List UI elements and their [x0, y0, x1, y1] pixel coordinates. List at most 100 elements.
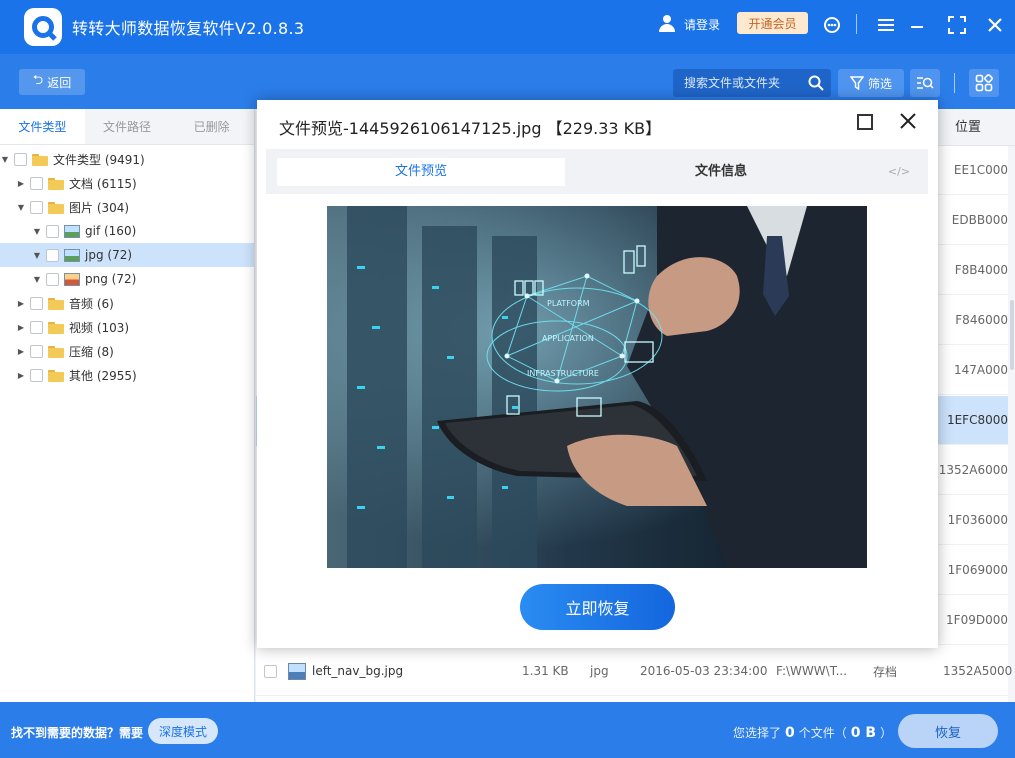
list-scrollbar[interactable] — [1008, 146, 1015, 702]
tree-item-label: 视频 (103) — [69, 320, 130, 335]
svg-text:PLATFORM: PLATFORM — [547, 299, 590, 308]
folder-icon — [32, 153, 48, 166]
advanced-search-button[interactable] — [910, 69, 940, 97]
tree-checkbox[interactable] — [30, 320, 43, 334]
tree-item-label: 图片 (304) — [69, 200, 130, 215]
customer-service-icon[interactable] — [821, 14, 843, 36]
minimize-icon[interactable] — [906, 14, 928, 36]
position-cell: 147A000 — [938, 346, 1008, 395]
selection-size: 0 B — [850, 724, 877, 741]
filter-button[interactable]: 筛选 — [838, 69, 904, 97]
login-button[interactable]: 请登录 — [657, 14, 720, 34]
menu-icon[interactable] — [875, 14, 897, 36]
table-row[interactable]: left_nav_bg.jpg 1.31 KB jpg 2016-05-03 2… — [256, 647, 1012, 696]
close-icon[interactable] — [984, 14, 1006, 36]
position-cell: EDBB000 — [938, 196, 1008, 245]
row-checkbox[interactable] — [264, 665, 277, 678]
selection-suffix: ） — [880, 726, 893, 740]
tree-item-label: 音频 (6) — [69, 296, 114, 311]
recover-button[interactable]: 恢复 — [898, 714, 998, 748]
tree-item-archive[interactable]: ▶ 压缩 (8) — [0, 339, 254, 363]
tree-item-label: 文件类型 (9491) — [53, 152, 145, 167]
image-file-icon — [64, 224, 80, 238]
tree-item-label: 其他 (2955) — [69, 368, 137, 383]
title-bar: 转转大师数据恢复软件V2.0.8.3 请登录 开通会员 — [0, 0, 1015, 54]
file-path: F:\WWW\T... — [776, 664, 848, 678]
file-size: 1.31 KB — [522, 664, 569, 678]
tree-item-documents[interactable]: ▶ 文档 (6115) — [0, 171, 254, 195]
position-cell: F846000 — [938, 296, 1008, 345]
selection-summary: 您选择了 0 个文件（ 0 B ） — [733, 724, 892, 741]
tree-item-jpg[interactable]: ▼ jpg (72) — [0, 243, 254, 267]
tree-checkbox[interactable] — [30, 296, 43, 310]
dialog-close-icon[interactable] — [897, 110, 919, 132]
search-box — [673, 69, 831, 97]
tree-item-png[interactable]: ▼ png (72) — [0, 267, 254, 291]
search-input[interactable] — [673, 76, 801, 90]
selection-mid: 个文件（ — [798, 726, 847, 740]
file-name: left_nav_bg.jpg — [312, 664, 404, 678]
tab-deleted[interactable]: 已删除 — [169, 109, 254, 144]
back-arrow-icon: ⮌ — [32, 73, 44, 88]
tree-checkbox[interactable] — [30, 176, 43, 190]
tree-item-audio[interactable]: ▶ 音频 (6) — [0, 291, 254, 315]
toolbar-divider — [954, 73, 955, 93]
tree-item-label: png (72) — [85, 272, 137, 286]
tree-checkbox[interactable] — [46, 224, 59, 238]
tab-code-view[interactable]: </> — [884, 158, 914, 186]
collapse-icon[interactable]: ▼ — [32, 226, 42, 236]
expand-icon[interactable]: ▶ — [16, 178, 26, 188]
tree-item-video[interactable]: ▶ 视频 (103) — [0, 315, 254, 339]
list-scroll-thumb[interactable] — [1010, 300, 1014, 370]
expand-icon[interactable]: ▶ — [16, 346, 26, 356]
selection-prefix: 您选择了 — [733, 726, 782, 740]
tree-item-other[interactable]: ▶ 其他 (2955) — [0, 363, 254, 387]
folder-icon — [48, 369, 64, 382]
tree-checkbox[interactable] — [46, 272, 59, 286]
folder-icon — [48, 321, 64, 334]
vip-button[interactable]: 开通会员 — [737, 12, 808, 34]
file-position: 1352A5000 — [943, 664, 1013, 678]
restore-now-button[interactable]: 立即恢复 — [520, 584, 675, 630]
view-toggle-button[interactable] — [969, 69, 999, 97]
tree-checkbox[interactable] — [46, 248, 59, 262]
grid-view-icon — [975, 74, 993, 92]
collapse-icon[interactable]: ▼ — [32, 274, 42, 284]
maximize-icon[interactable] — [946, 14, 968, 36]
tree-checkbox[interactable] — [30, 368, 43, 382]
tab-file-info[interactable]: 文件信息 — [566, 158, 876, 186]
column-header-position[interactable]: 位置 — [938, 109, 1015, 146]
image-file-icon — [64, 248, 80, 262]
expand-icon[interactable]: ▶ — [16, 370, 26, 380]
back-label: 返回 — [47, 75, 72, 90]
tree-checkbox[interactable] — [30, 200, 43, 214]
filter-label: 筛选 — [867, 76, 892, 91]
expand-icon[interactable]: ▶ — [16, 322, 26, 332]
tab-file-type[interactable]: 文件类型 — [0, 109, 85, 144]
dialog-maximize-icon[interactable] — [857, 114, 873, 130]
file-type: jpg — [590, 664, 609, 678]
preview-dialog: 文件预览-1445926106147125.jpg 【229.33 KB】 文件… — [257, 100, 938, 648]
search-icon[interactable] — [808, 75, 824, 91]
footer-bar: 找不到需要的数据？需要 深度模式 您选择了 0 个文件（ 0 B ） 恢复 — [0, 702, 1015, 758]
tree-item-all[interactable]: ▼ 文件类型 (9491) — [0, 147, 254, 171]
position-cell: 1F069000 — [938, 546, 1008, 595]
collapse-icon[interactable]: ▼ — [0, 154, 10, 164]
deep-mode-button[interactable]: 深度模式 — [148, 718, 218, 744]
dialog-title: 文件预览-1445926106147125.jpg 【229.33 KB】 — [279, 119, 662, 138]
login-label: 请登录 — [684, 17, 721, 32]
tree-checkbox[interactable] — [30, 344, 43, 358]
footer-hint: 找不到需要的数据？需要 — [11, 726, 144, 740]
collapse-icon[interactable]: ▼ — [16, 202, 26, 212]
back-button[interactable]: ⮌ 返回 — [19, 69, 85, 95]
tree-item-gif[interactable]: ▼ gif (160) — [0, 219, 254, 243]
tree-checkbox[interactable] — [14, 152, 27, 166]
tree-item-images[interactable]: ▼ 图片 (304) — [0, 195, 254, 219]
image-thumbnail-icon — [288, 663, 306, 680]
expand-icon[interactable]: ▶ — [16, 298, 26, 308]
tree-item-label: 文档 (6115) — [69, 176, 137, 191]
collapse-icon[interactable]: ▼ — [32, 250, 42, 260]
tab-file-preview[interactable]: 文件预览 — [277, 158, 565, 186]
tab-file-path[interactable]: 文件路径 — [85, 109, 170, 144]
png-file-icon — [64, 272, 80, 286]
